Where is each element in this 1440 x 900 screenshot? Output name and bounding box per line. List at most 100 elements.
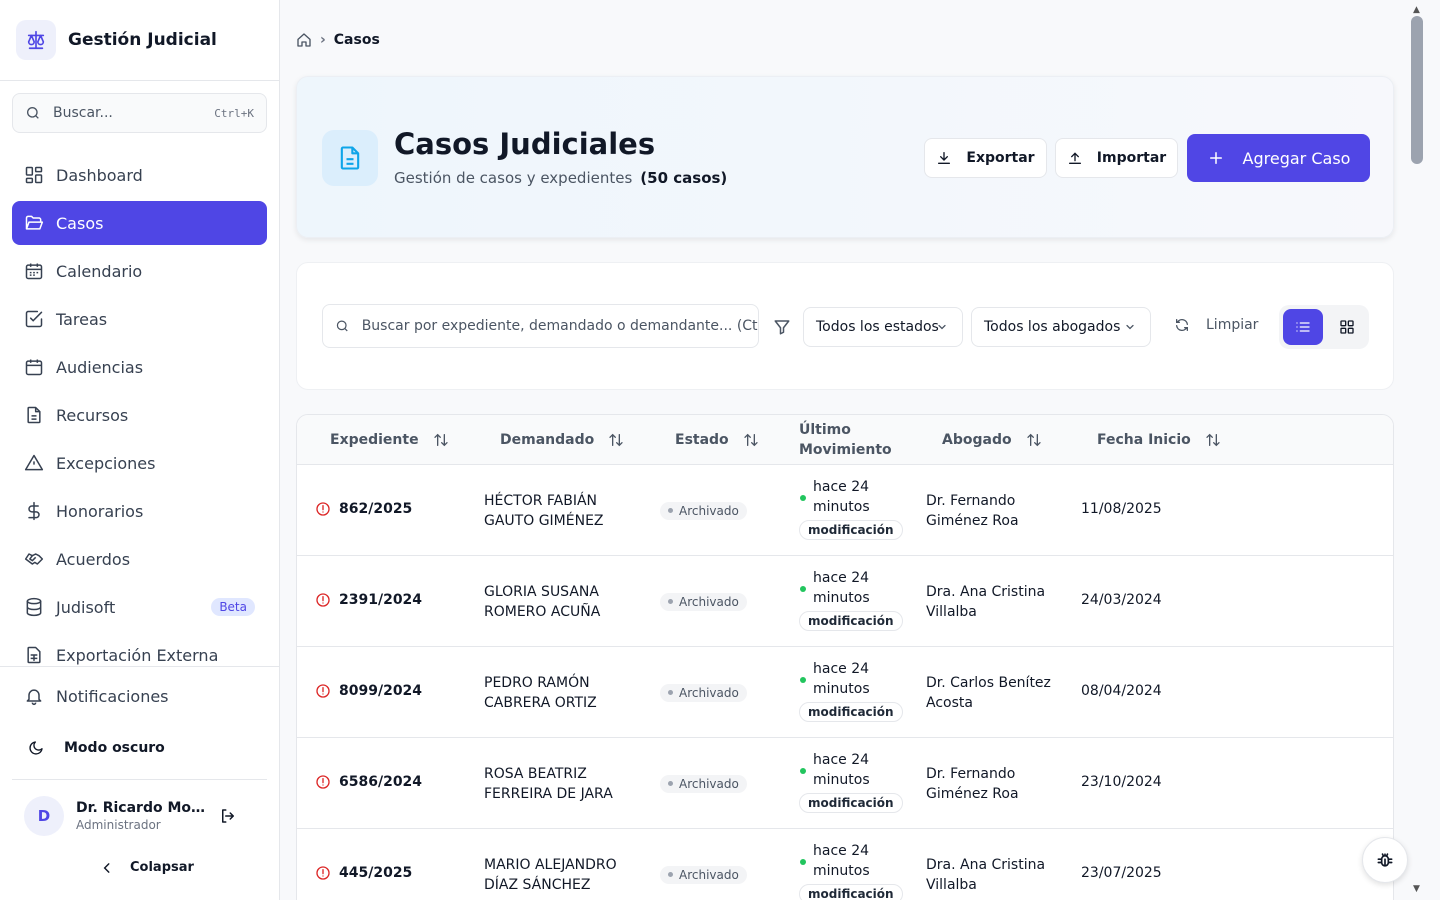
chevron-down-icon [1126,324,1134,330]
clear-filters-label: Limpiar [1206,317,1259,333]
fecha-inicio-cell: 23/10/2024 [1081,774,1162,790]
search-icon [336,320,348,332]
dashboard-icon [25,166,43,184]
sidebar-item-label: Excepciones [56,453,156,473]
sidebar-item-exportacion-externa[interactable]: Exportación Externa [12,633,267,665]
status-dot [668,690,673,695]
estado-cell: Archivado [660,501,747,520]
table-row[interactable]: 2391/2024 GLORIA SUSANA ROMERO ACUÑA Arc… [297,556,1393,647]
sidebar-item-tareas[interactable]: Tareas [12,297,267,341]
sidebar-item-label: Recursos [56,405,129,425]
abogado-cell: Dr. Fernando Giménez Roa [926,766,1019,802]
sidebar-item-calendario[interactable]: Calendario [12,249,267,293]
app-title: Gestión Judicial [68,30,217,50]
status-badge: Archivado [660,592,747,611]
table-row[interactable]: 6586/2024 ROSA BEATRIZ FERREIRA DE JARA … [297,738,1393,829]
movement-time: hace 24 minutos [813,843,870,879]
scroll-up-arrow[interactable]: ▲ [1413,5,1420,15]
abogado-cell: Dr. Fernando Giménez Roa [926,493,1019,529]
alert-circle-icon [316,502,330,516]
export-label: Exportar [966,150,1035,166]
expediente-cell[interactable]: 445/2025 [315,865,412,881]
case-search-placeholder: Buscar por expediente, demandado o deman… [361,318,758,334]
column-label: Estado [675,432,729,448]
column-abogado[interactable]: Abogado [942,415,1042,465]
status-select[interactable]: Todos los estados [803,307,963,347]
expediente-cell[interactable]: 6586/2024 [315,774,422,790]
column-demandado[interactable]: Demandado [500,415,624,465]
document-icon [27,406,41,424]
column-label: Fecha Inicio [1097,432,1191,448]
sidebar-search-input[interactable]: Buscar... Ctrl+K [12,93,267,133]
moon-icon [29,741,43,755]
lawyer-select-value: Todos los abogados [984,319,1121,335]
expediente-cell[interactable]: 2391/2024 [315,592,422,608]
logout-icon[interactable] [219,807,237,825]
movement-time: hace 24 minutos [813,752,870,788]
expediente-number: 6586/2024 [339,774,423,790]
sidebar-item-honorarios[interactable]: Honorarios [12,489,267,533]
sort-icon [609,433,623,447]
chevron-left-icon [103,862,110,873]
sidebar-item-label: Honorarios [56,501,144,521]
plus-icon [1209,152,1222,164]
bug-report-button[interactable] [1362,837,1408,883]
movement-time: hace 24 minutos [813,570,870,606]
avatar[interactable]: D [24,796,64,836]
sidebar-item-label: Dashboard [56,165,143,185]
grid-view-button[interactable] [1327,309,1367,345]
table-row[interactable]: 445/2025 MARIO ALEJANDRO DÍAZ SÁNCHEZ Ar… [297,829,1393,900]
user-name: Dr. Ricardo Moral... [76,800,211,816]
list-view-button[interactable] [1283,309,1323,345]
import-label: Importar [1096,150,1167,166]
table-row[interactable]: 862/2025 HÉCTOR FABIÁN GAUTO GIMÉNEZ Arc… [297,465,1393,556]
table-row[interactable]: 8099/2024 PEDRO RAMÓN CABRERA ORTIZ Arch… [297,647,1393,738]
status-dot [668,508,673,513]
sidebar-item-dashboard[interactable]: Dashboard [12,153,267,197]
column-expediente[interactable]: Expediente [330,415,449,465]
page-scrollbar[interactable] [1411,16,1423,164]
expediente-number: 862/2025 [339,501,413,517]
notifications-button[interactable]: Notificaciones [24,686,169,706]
collapse-button[interactable]: Colapsar [100,860,194,875]
sidebar-item-recursos[interactable]: Recursos [12,393,267,437]
sidebar: Gestión Judicial Buscar... Ctrl+K Dashbo… [0,0,280,900]
subtitle-text: Gestión de casos y expedientes [394,169,633,187]
demandado-cell: PEDRO RAMÓN CABRERA ORTIZ [484,675,597,711]
add-case-button[interactable]: Agregar Caso [1187,134,1370,182]
sidebar-item-excepciones[interactable]: Excepciones [12,441,267,485]
sidebar-item-judisoft[interactable]: Judisoft Beta [12,585,267,629]
fecha-inicio-cell: 08/04/2024 [1081,683,1162,699]
export-button[interactable]: Exportar [924,138,1047,178]
user-role: Administrador [76,818,161,832]
sidebar-item-audiencias[interactable]: Audiencias [12,345,267,389]
movement-type-badge: modificación [799,520,903,540]
import-button[interactable]: Importar [1055,138,1178,178]
expediente-cell[interactable]: 862/2025 [315,501,412,517]
scroll-down-arrow[interactable]: ▼ [1413,884,1420,894]
notifications-label: Notificaciones [56,686,169,706]
fecha-inicio-cell: 24/03/2024 [1081,592,1162,608]
sidebar-item-acuerdos[interactable]: Acuerdos [12,537,267,581]
status-dot [668,872,673,877]
grid-icon [1340,320,1354,334]
column-label: Último Movimiento [799,422,892,458]
spreadsheet-icon [27,646,41,664]
brand: Gestión Judicial [0,0,279,81]
case-search-input[interactable]: Buscar por expediente, demandado o deman… [322,304,759,348]
document-icon [322,130,378,186]
column-estado[interactable]: Estado [675,415,759,465]
lawyer-select[interactable]: Todos los abogados [971,307,1151,347]
sidebar-item-label: Audiencias [56,357,144,377]
movement-indicator-dot [800,859,806,865]
sidebar-item-casos[interactable]: Casos [12,201,267,245]
estado-cell: Archivado [660,865,747,884]
expediente-cell[interactable]: 8099/2024 [315,683,422,699]
column-fecha-inicio[interactable]: Fecha Inicio [1097,415,1221,465]
home-icon[interactable] [296,32,312,48]
filter-icon[interactable] [773,318,791,336]
column-ultimo-movimiento: Último Movimiento [799,415,899,465]
dark-mode-toggle[interactable]: Modo oscuro [28,740,165,756]
breadcrumb: › Casos [296,32,380,48]
clear-filters-button[interactable]: Limpiar [1174,317,1258,333]
